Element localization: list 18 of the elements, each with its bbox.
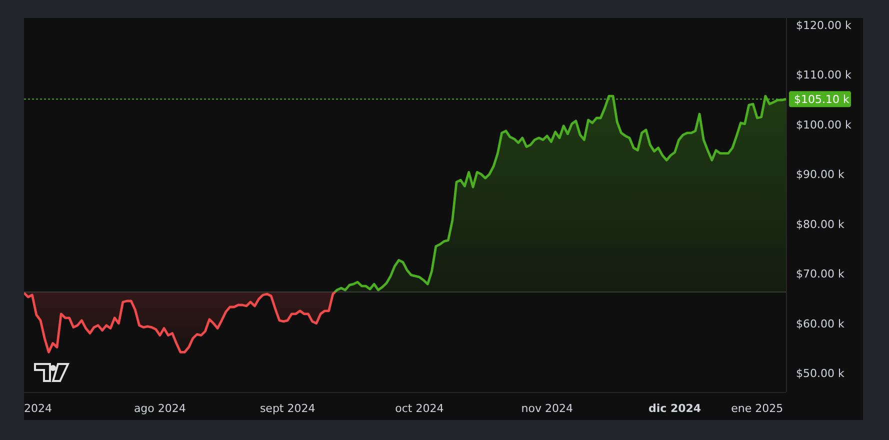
axis-label: dic 2024 (648, 402, 702, 415)
axis-label: $70.00 k (796, 268, 844, 281)
axis-label: $110.00 k (796, 68, 852, 82)
axis-label: $60.00 k (796, 317, 844, 330)
axis-label: sept 2024 (260, 402, 316, 415)
logo-icon (34, 363, 70, 382)
axis-label: $80.00 k (796, 218, 844, 231)
axis-label: $90.00 k (796, 168, 844, 182)
axis-label: oct 2024 (395, 402, 444, 415)
axis-label: $50.00 k (796, 367, 844, 380)
axis-label: nov 2024 (521, 402, 573, 415)
axis-label: $120.00 k (796, 18, 852, 32)
axis-label: ago 2024 (134, 402, 186, 415)
axis-label: ene 2025 (731, 402, 784, 415)
axis-label: 2024 (24, 402, 52, 415)
price-tag: $105.10 k (789, 91, 851, 108)
ref-line-label: $105.10 k (794, 93, 850, 106)
axis-label: $100.00 k (796, 118, 852, 132)
